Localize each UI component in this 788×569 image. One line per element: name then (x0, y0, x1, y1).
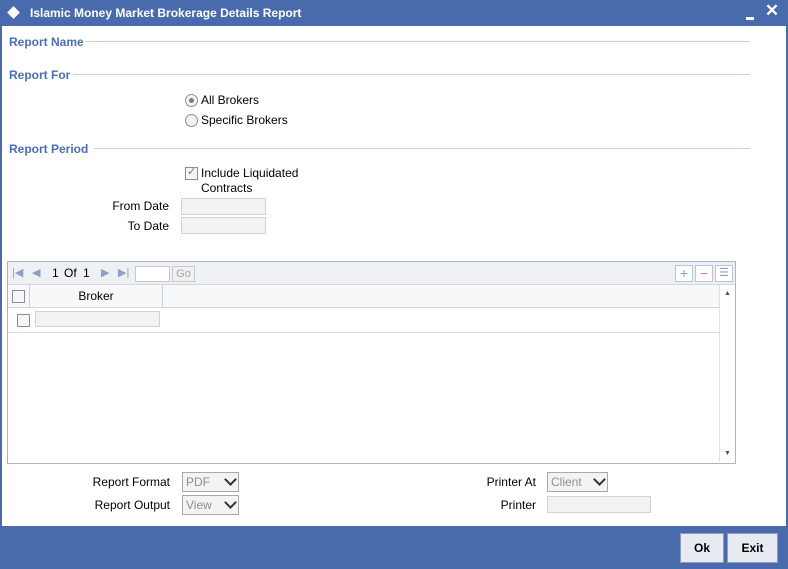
chevron-down-icon (593, 473, 606, 486)
radio-specific-brokers[interactable]: Specific Brokers (185, 112, 288, 128)
report-format-select[interactable]: PDF (182, 472, 239, 492)
first-page-icon[interactable]: |◀ (12, 266, 23, 279)
report-window: Islamic Money Market Brokerage Details R… (0, 0, 788, 569)
printer-field[interactable] (547, 496, 651, 513)
radio-button[interactable] (185, 113, 198, 127)
to-date-label: To Date (127, 219, 169, 233)
grid-scrollbar[interactable]: ▲ ▼ (719, 285, 735, 462)
checkbox[interactable]: ✓ (185, 166, 198, 180)
broker-grid: |◀ ◀ 1 Of 1 ▶ ▶| Go + − ☰ Broker ▲ ▼ (7, 261, 736, 464)
next-page-icon[interactable]: ▶ (101, 266, 109, 279)
go-button[interactable]: Go (172, 266, 195, 282)
grid-header: Broker (8, 285, 719, 308)
from-date-label: From Date (112, 199, 169, 213)
table-row (8, 308, 719, 333)
section-report-for: Report For (9, 68, 71, 82)
chevron-down-icon (224, 473, 237, 486)
select-all-checkbox[interactable] (12, 290, 25, 303)
printer-at-label: Printer At (486, 475, 536, 489)
scroll-down-icon[interactable]: ▼ (724, 450, 731, 457)
column-header-broker: Broker (78, 289, 114, 303)
printer-at-select[interactable]: Client (547, 472, 608, 492)
from-date-field[interactable] (181, 198, 266, 215)
broker-field[interactable] (35, 311, 160, 327)
single-view-icon[interactable]: ☰ (715, 265, 733, 282)
include-liquidated-checkbox[interactable]: ✓ (185, 166, 198, 180)
ok-button[interactable]: Ok (680, 533, 724, 563)
delete-row-icon[interactable]: − (695, 265, 713, 282)
report-output-label: Report Output (94, 498, 170, 512)
add-row-icon[interactable]: + (675, 265, 693, 282)
report-format-value: PDF (186, 475, 210, 489)
printer-label: Printer (500, 498, 536, 512)
page-number-input[interactable] (135, 266, 170, 282)
prev-page-icon[interactable]: ◀ (32, 266, 40, 279)
exit-button[interactable]: Exit (727, 533, 778, 563)
report-output-select[interactable]: View (182, 495, 239, 515)
radio-button[interactable] (185, 93, 198, 107)
section-divider (94, 148, 750, 149)
check-icon: ✓ (187, 166, 197, 178)
close-icon[interactable]: ✕ (764, 2, 780, 19)
section-divider (73, 74, 750, 75)
chevron-down-icon (224, 496, 237, 509)
to-date-field[interactable] (181, 217, 266, 234)
radio-label: All Brokers (201, 93, 260, 107)
scroll-up-icon[interactable]: ▲ (724, 290, 731, 297)
title-bar: Islamic Money Market Brokerage Details R… (0, 0, 788, 26)
radio-all-brokers[interactable]: All Brokers (185, 92, 259, 108)
grid-toolbar: |◀ ◀ 1 Of 1 ▶ ▶| Go + − ☰ (8, 262, 735, 285)
row-checkbox[interactable] (17, 314, 30, 327)
window-title: Islamic Money Market Brokerage Details R… (30, 6, 302, 20)
section-report-name: Report Name (9, 35, 84, 49)
window-diamond-icon (7, 6, 20, 19)
form-body: Report Name Report For All Brokers Speci… (2, 26, 786, 526)
minimize-icon[interactable] (744, 10, 756, 20)
pager-total: 1 (83, 266, 90, 280)
column-divider (162, 285, 163, 307)
section-report-period: Report Period (9, 142, 89, 156)
pager-current: 1 (52, 266, 59, 280)
pager-of: Of (64, 266, 77, 280)
report-output-value: View (186, 498, 212, 512)
radio-label: Specific Brokers (201, 113, 288, 127)
section-divider (85, 41, 750, 42)
printer-at-value: Client (551, 475, 582, 489)
include-liquidated-label-1: Include Liquidated (201, 166, 299, 180)
last-page-icon[interactable]: ▶| (118, 266, 129, 279)
report-format-label: Report Format (92, 475, 170, 489)
include-liquidated-label-2: Contracts (201, 181, 253, 195)
